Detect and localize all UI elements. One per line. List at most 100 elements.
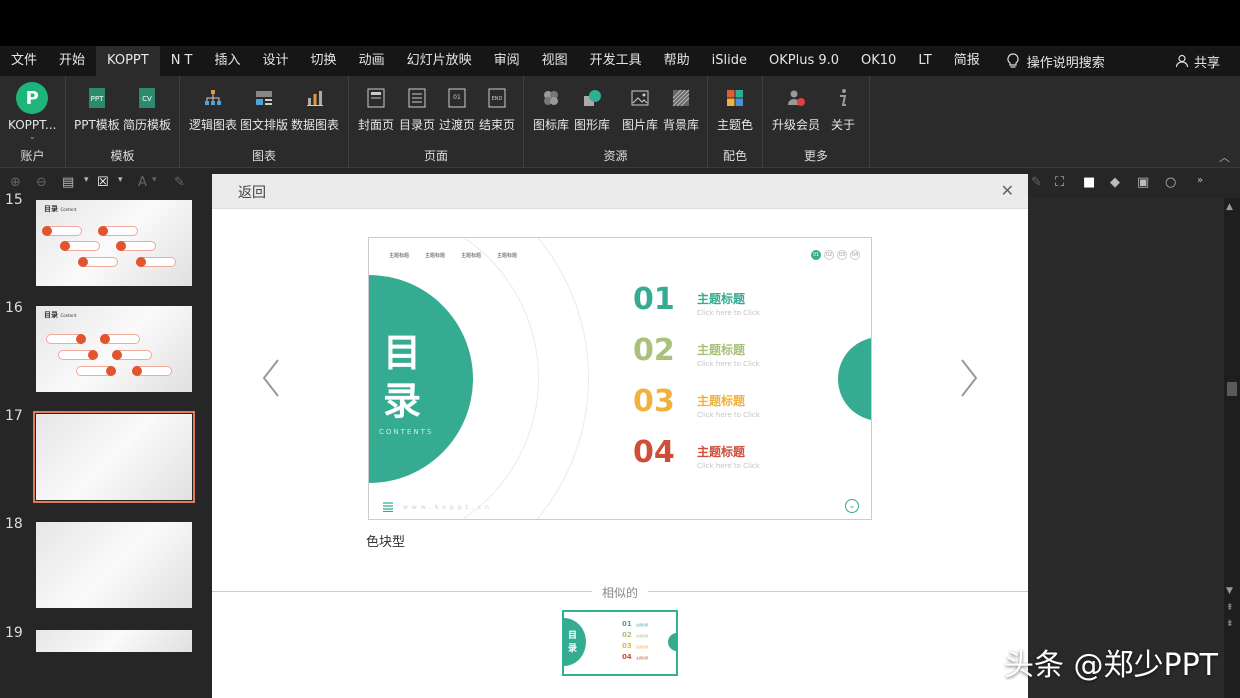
more-icon[interactable]: » bbox=[1197, 175, 1203, 186]
tab-slideshow[interactable]: 幻灯片放映 bbox=[396, 46, 483, 76]
picture-icon[interactable]: ▣ bbox=[1137, 175, 1149, 190]
image-library-label: 图片库 bbox=[622, 118, 659, 132]
icon-library-icon bbox=[539, 86, 563, 110]
theme-color-button[interactable]: 主题色 bbox=[717, 82, 753, 133]
tab-insert[interactable]: 插入 bbox=[204, 46, 252, 76]
text-x-icon[interactable]: ☒ bbox=[97, 175, 109, 190]
white-square-icon[interactable]: ■ bbox=[1083, 175, 1095, 190]
about-button[interactable]: 关于 bbox=[831, 82, 855, 133]
image-text-layout-button[interactable]: 图文排版 bbox=[240, 82, 288, 133]
tab-help[interactable]: 帮助 bbox=[653, 46, 701, 76]
thumb-number: 01 bbox=[622, 620, 632, 628]
chevron-down-icon[interactable]: ▾ bbox=[152, 175, 157, 185]
crop-frame-icon[interactable]: ⛶ bbox=[1055, 175, 1064, 190]
tab-transitions[interactable]: 切换 bbox=[300, 46, 348, 76]
next-slide-icon[interactable]: ⇟ bbox=[1226, 619, 1234, 629]
menu-bar: 文件 开始 KOPPT N T 插入 设计 切换 动画 幻灯片放映 审阅 视图 … bbox=[0, 46, 1240, 76]
chevron-left-icon[interactable] bbox=[260, 358, 282, 398]
circle-icon[interactable]: ○ bbox=[1165, 175, 1176, 190]
tab-developer[interactable]: 开发工具 bbox=[579, 46, 653, 76]
pen-icon[interactable]: ✎ bbox=[1031, 175, 1042, 190]
close-icon[interactable]: ✕ bbox=[1001, 181, 1014, 200]
account-button-label: KOPPT... bbox=[8, 118, 57, 132]
group-color: 主题色 配色 bbox=[708, 76, 763, 168]
ppt-template-button[interactable]: PPT PPT模板 bbox=[74, 82, 120, 133]
tell-me-search[interactable]: 操作说明搜索 bbox=[997, 52, 1115, 71]
thumb-title: 主题标题 bbox=[636, 656, 649, 660]
scroll-thumb[interactable] bbox=[1227, 382, 1237, 396]
icon-library-button[interactable]: 图标库 bbox=[533, 82, 569, 133]
background-library-button[interactable]: 背景库 bbox=[663, 82, 699, 133]
tab-review[interactable]: 审阅 bbox=[483, 46, 531, 76]
chevron-down-icon[interactable]: ▾ bbox=[118, 175, 123, 185]
toc-pill bbox=[136, 257, 176, 267]
transition-page-button[interactable]: 01 过渡页 bbox=[439, 82, 475, 133]
tab-animations[interactable]: 动画 bbox=[348, 46, 396, 76]
previous-slide-icon[interactable]: ⇞ bbox=[1226, 603, 1234, 613]
toc-subtitle: Click here to Click bbox=[697, 462, 760, 470]
lightbulb-icon bbox=[1007, 53, 1019, 68]
template-preview[interactable]: 主题标题 主题标题 主题标题 主题标题 01 02 03 04 目 录 CONT… bbox=[368, 237, 872, 520]
upgrade-member-button[interactable]: 升级会员 bbox=[772, 82, 820, 133]
tab-home[interactable]: 开始 bbox=[48, 46, 96, 76]
tab-islide[interactable]: iSlide bbox=[701, 46, 758, 76]
fill-icon[interactable]: ◆ bbox=[1110, 175, 1120, 190]
toc-page-button[interactable]: 目录页 bbox=[399, 82, 435, 133]
preview-big-char: 目 bbox=[383, 331, 422, 375]
collapse-ribbon-icon[interactable]: ︿ bbox=[1219, 149, 1230, 165]
toc-pill bbox=[46, 334, 86, 344]
chevron-down-icon[interactable]: ▾ bbox=[84, 175, 89, 185]
toc-dot bbox=[106, 366, 116, 376]
logic-chart-button[interactable]: 逻辑图表 bbox=[189, 82, 237, 133]
tab-view[interactable]: 视图 bbox=[531, 46, 579, 76]
slide-thumbnail-19[interactable] bbox=[36, 630, 192, 652]
person-icon bbox=[1175, 54, 1189, 68]
back-button[interactable]: 返回 bbox=[238, 182, 266, 202]
textbox-icon[interactable]: ▤ bbox=[62, 175, 74, 190]
tab-lt[interactable]: LT bbox=[907, 46, 942, 76]
tab-koppt[interactable]: KOPPT bbox=[96, 46, 160, 76]
end-page-icon: END bbox=[485, 86, 509, 110]
tab-design[interactable]: 设计 bbox=[252, 46, 300, 76]
similar-template-thumbnail[interactable]: 目 录 01 主题标题 02 主题标题 03 主题标题 04 主题标题 bbox=[562, 610, 678, 676]
lock-icon[interactable]: ⊕ bbox=[10, 175, 21, 190]
toc-subtitle: Click here to Click bbox=[697, 360, 760, 368]
tab-briefing[interactable]: 简报 bbox=[943, 46, 991, 76]
cover-page-button[interactable]: 封面页 bbox=[358, 82, 394, 133]
slide-number: 15 bbox=[5, 192, 23, 208]
slide-thumbnail-18[interactable] bbox=[36, 522, 192, 608]
end-page-button[interactable]: END 结束页 bbox=[479, 82, 515, 133]
unlock-icon[interactable]: ⊖ bbox=[36, 175, 47, 190]
scroll-up-icon[interactable]: ▲ bbox=[1226, 202, 1233, 212]
shape-library-button[interactable]: 图形库 bbox=[574, 82, 610, 133]
thumb-title: 目录 Content bbox=[44, 310, 76, 320]
thumb-title-text: 目录 bbox=[44, 311, 58, 319]
pen-icon[interactable]: ✎ bbox=[174, 175, 185, 190]
koppt-logo-icon: P bbox=[16, 82, 49, 114]
vertical-scrollbar[interactable]: ▲ ▼ ⇞ ⇟ bbox=[1224, 198, 1240, 698]
icon-library-label: 图标库 bbox=[533, 118, 570, 132]
image-library-button[interactable]: 图片库 bbox=[622, 82, 658, 133]
tab-ok10[interactable]: OK10 bbox=[850, 46, 907, 76]
chevron-right-icon[interactable] bbox=[958, 358, 980, 398]
template-preview-dialog: 返回 ✕ 主题标题 主题标题 主题标题 主题标题 01 02 03 04 目 录… bbox=[212, 174, 1028, 698]
slide-thumbnail-15[interactable]: 目录 Content bbox=[36, 200, 192, 286]
tab-nt[interactable]: N T bbox=[160, 46, 204, 76]
toc-subtitle: Click here to Click bbox=[697, 411, 760, 419]
koppt-account-button[interactable]: P KOPPT... ⌄ bbox=[8, 82, 56, 141]
group-label-account: 账户 bbox=[20, 149, 45, 163]
slide-thumbnail-16[interactable]: 目录 Content bbox=[36, 306, 192, 392]
image-text-layout-label: 图文排版 bbox=[240, 118, 289, 132]
scroll-down-icon[interactable]: ▼ bbox=[1226, 586, 1233, 596]
slide-thumbnail-17[interactable] bbox=[33, 411, 195, 503]
font-icon[interactable]: A bbox=[138, 175, 147, 190]
slide-number: 16 bbox=[5, 300, 23, 316]
tab-file[interactable]: 文件 bbox=[0, 46, 48, 76]
member-icon bbox=[784, 86, 808, 110]
group-page: 封面页 目录页 01 过渡页 END 结束页 页面 bbox=[349, 76, 524, 168]
tab-okplus[interactable]: OKPlus 9.0 bbox=[758, 46, 850, 76]
data-chart-button[interactable]: 数据图表 bbox=[291, 82, 339, 133]
resume-template-button[interactable]: CV 简历模板 bbox=[123, 82, 171, 133]
share-button[interactable]: 共享 bbox=[1175, 46, 1220, 76]
thumb-subtitle-text: Content bbox=[60, 207, 77, 212]
